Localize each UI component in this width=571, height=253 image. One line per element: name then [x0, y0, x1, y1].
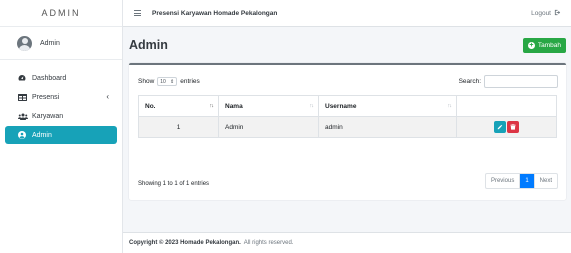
- user-circle-icon: [18, 131, 32, 139]
- length-show-label: Show: [138, 78, 155, 85]
- table-icon: [18, 93, 32, 101]
- table-info: Showing 1 to 1 of 1 entries: [138, 181, 210, 187]
- footer-copyright: Copyright © 2023 Homade Pekalongan.: [129, 240, 241, 246]
- search-control: Search:: [459, 75, 558, 88]
- search-input[interactable]: [484, 75, 558, 88]
- logout-link[interactable]: Logout: [531, 9, 561, 18]
- cell-no: 1: [138, 116, 219, 138]
- add-button-label: Tambah: [537, 42, 561, 49]
- brand-logo[interactable]: ADMIN: [0, 0, 122, 27]
- footer-rights: All rights reserved.: [243, 240, 294, 246]
- table-row: 1 Admin admin: [138, 116, 557, 138]
- length-control: Show 10 ⇕ entries: [138, 77, 200, 86]
- sidebar-item-karyawan[interactable]: Karyawan: [5, 107, 117, 125]
- pagination-previous[interactable]: Previous: [486, 174, 521, 188]
- avatar: [17, 35, 32, 51]
- entries-select-value: 10: [160, 78, 166, 85]
- menu-icon[interactable]: [134, 9, 141, 17]
- sidebar-item-presensi[interactable]: Presensi ‹: [5, 88, 117, 106]
- app-title: Presensi Karyawan Homade Pekalongan: [152, 9, 278, 17]
- footer: Copyright © 2023 Homade Pekalongan. All …: [123, 232, 571, 253]
- sort-icon: ↑↓: [447, 103, 452, 109]
- content-wrapper: Admin + Tambah Show 10 ⇕ entries Search:…: [123, 27, 571, 253]
- page-title: Admin: [129, 38, 168, 52]
- chevron-left-icon: ‹: [106, 92, 109, 101]
- pagination: Previous 1 Next: [484, 173, 558, 189]
- users-icon: [18, 113, 32, 120]
- column-header-username[interactable]: Username ↑↓: [318, 95, 457, 117]
- admin-card: Show 10 ⇕ entries Search: No. ↑↓ Nama ↑↓…: [129, 63, 566, 200]
- cell-nama: Admin: [218, 116, 319, 138]
- column-header-nama[interactable]: Nama ↑↓: [218, 95, 319, 117]
- sidebar-item-admin[interactable]: Admin: [5, 126, 117, 144]
- pagination-page-1[interactable]: 1: [520, 174, 534, 188]
- pencil-icon: [497, 124, 503, 130]
- sidebar-item-dashboard[interactable]: Dashboard: [5, 69, 117, 87]
- user-name: Admin: [40, 39, 60, 47]
- cell-username: admin: [318, 116, 457, 138]
- column-header-no[interactable]: No. ↑↓: [138, 95, 219, 117]
- sidebar: ADMIN Admin Dashboard Presensi ‹ Karyawa…: [0, 0, 123, 253]
- top-navbar: Presensi Karyawan Homade Pekalongan Logo…: [123, 0, 571, 27]
- column-header-actions: [456, 95, 557, 117]
- user-panel[interactable]: Admin: [0, 27, 122, 60]
- sidebar-item-label: Presensi: [32, 93, 60, 101]
- pagination-next[interactable]: Next: [533, 174, 557, 188]
- add-button[interactable]: + Tambah: [522, 38, 566, 53]
- cell-actions: [456, 116, 557, 138]
- sidebar-item-label: Karyawan: [32, 112, 64, 120]
- sign-out-icon: [554, 9, 561, 18]
- table-header-row: No. ↑↓ Nama ↑↓ Username ↑↓: [138, 95, 557, 117]
- sidebar-item-label: Admin: [32, 131, 52, 139]
- dashboard-icon: [18, 74, 32, 82]
- sort-asc-icon: ↑↓: [209, 103, 214, 109]
- trash-icon: [510, 124, 516, 130]
- sidebar-nav: Dashboard Presensi ‹ Karyawan Admin: [0, 69, 122, 144]
- admin-table: No. ↑↓ Nama ↑↓ Username ↑↓ 1 Admin admin: [138, 95, 557, 138]
- sidebar-item-label: Dashboard: [32, 74, 67, 82]
- sort-icon: ↑↓: [309, 103, 314, 109]
- length-entries-label: entries: [180, 78, 200, 85]
- select-arrows-icon: ⇕: [170, 78, 175, 85]
- search-label: Search:: [458, 78, 481, 85]
- plus-circle-icon: +: [527, 42, 535, 49]
- delete-button[interactable]: [507, 121, 519, 133]
- edit-button[interactable]: [494, 121, 506, 133]
- logout-label: Logout: [531, 10, 551, 17]
- entries-select[interactable]: 10 ⇕: [157, 77, 178, 86]
